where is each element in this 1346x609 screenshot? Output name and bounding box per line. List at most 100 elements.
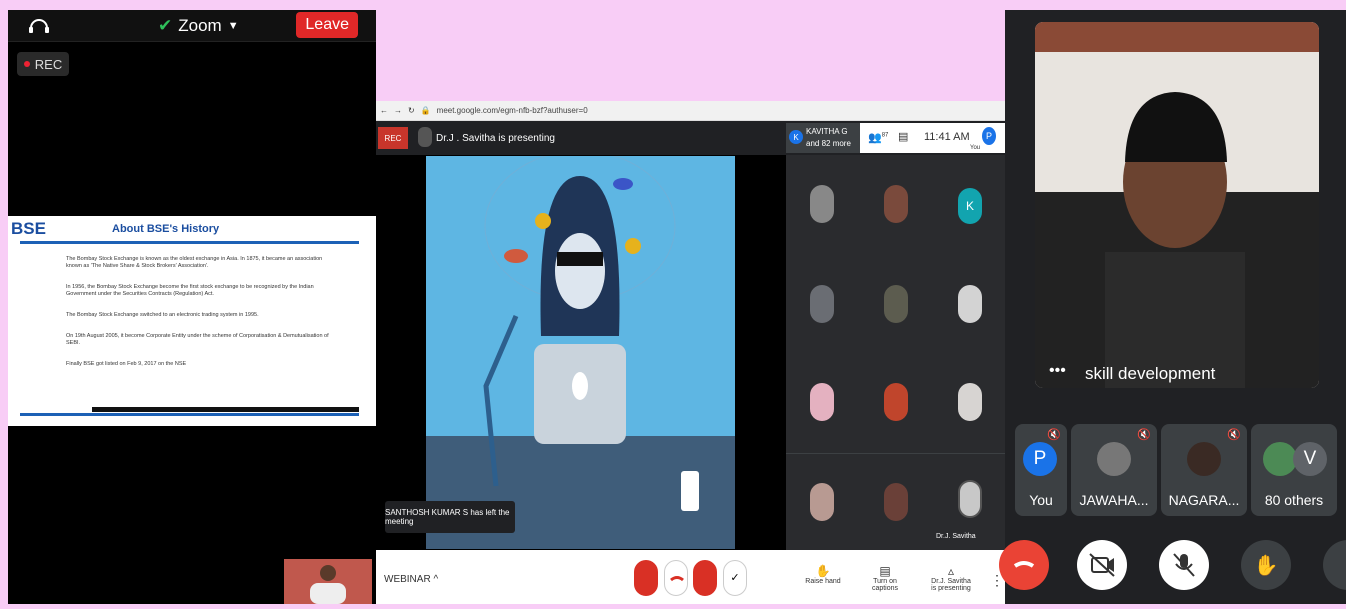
slide-bullet: The Bombay Stock Exchange switched to an… [66,312,259,318]
hand-icon: ✋ [815,564,831,578]
raise-hand-label: Raise hand [805,578,841,585]
lock-icon: 🔒 [420,106,431,115]
slide-footer-line [20,413,359,416]
rec-label: REC [34,56,63,72]
presenting-button[interactable]: ▵ Dr.J. Savitha is presenting [926,564,976,592]
participant-tile[interactable] [810,285,834,323]
main-speaker-tile[interactable]: ••• skill development [1035,22,1319,388]
participant-tile[interactable] [810,383,834,421]
slide-title: About BSE's History [112,223,220,235]
people-icon[interactable]: 👥87 [868,131,888,144]
hangup-icon [670,576,684,582]
self-video-thumbnail[interactable] [284,559,372,604]
speaker-box: K KAVITHA G and 82 more [786,123,860,153]
reload-icon[interactable]: ↻ [408,106,415,115]
participant-tile[interactable] [958,285,982,323]
presenting-line2: is presenting [931,585,971,592]
meet-header: REC Dr.J . Savitha is presenting K KAVIT… [376,121,1005,155]
people-count: 87 [881,132,889,139]
chevron-down-icon: ▼ [227,20,239,32]
zoom-menu[interactable]: ✔ Zoom ▼ [158,16,239,36]
more-dots-icon[interactable]: ••• [1049,362,1066,380]
webinar-text: WEBINAR [384,574,431,585]
meet-browser-window: ← → ↻ 🔒 meet.google.com/egm-nfb-bzf?auth… [376,101,1005,604]
raise-hand-button[interactable]: ✋ Raise hand [798,564,848,585]
shared-slide: BSE About BSE's History The Bombay Stock… [8,216,376,426]
kavitha-more: and 82 more [806,139,851,148]
participant-others[interactable]: V 80 others [1251,424,1337,516]
end-call-button[interactable] [664,560,688,596]
raise-hand-button[interactable]: ✋ [1241,540,1291,590]
mic-muted-icon: 🔇 [1227,429,1241,441]
check-button[interactable]: ✓ [723,560,747,596]
rec-indicator: REC [17,52,69,76]
back-icon[interactable]: ← [380,106,388,115]
hacker-illustration [426,150,735,549]
present-icon: ▵ [947,564,955,578]
participant-tile[interactable] [884,483,908,521]
headset-icon[interactable] [28,16,50,36]
you-label: You [970,145,981,151]
participant-tile[interactable] [958,383,982,421]
leave-button[interactable]: Leave [296,12,358,38]
url-text[interactable]: meet.google.com/egm-nfb-bzf?authuser=0 [437,106,588,115]
participant-tile[interactable] [884,285,908,323]
bse-logo: BSE [11,219,46,238]
presenter-avatar [418,127,432,147]
slide-divider [20,241,359,244]
captions-button[interactable]: ▤ Turn on captions [860,564,910,592]
participant-k[interactable]: K [958,188,982,224]
webinar-label[interactable]: WEBINAR ^ [384,574,438,585]
participant-label: JAWAHA... [1079,492,1149,508]
speaker-video [1035,22,1319,388]
mic-muted-icon: 🔇 [1137,429,1151,441]
slide-bullet: On 19th August 2005, it become Corporate… [66,333,329,346]
main-speaker-name: skill development [1085,364,1216,383]
camera-off-button[interactable] [1077,540,1127,590]
mic-muted-icon: 🔇 [1047,429,1061,441]
zoom-title: Zoom [178,16,222,35]
end-call-button[interactable] [999,540,1049,590]
captions-icon: ▤ [879,564,891,578]
participant-jawaha[interactable]: JAWAHA... 🔇 [1071,424,1157,516]
presenter-tile-name: Dr.J. Savitha [936,533,976,540]
presenting-line1: Dr.J. Savitha [931,578,971,585]
participant-nagara[interactable]: NAGARA... 🔇 [1161,424,1247,516]
hand-icon: ✋ [1253,554,1279,577]
mic-off-icon [1173,553,1195,577]
chevron-up-icon: ^ [433,574,439,585]
avatar-v: V [1293,442,1327,476]
presentation-stage [426,150,735,549]
you-avatar[interactable]: P [982,127,996,145]
slide-bullet: The Bombay Stock Exchange is known as th… [66,256,323,269]
avatar-p: P [1023,442,1057,476]
participant-you[interactable]: P You 🔇 [1015,424,1067,516]
participant-label: 80 others [1264,492,1324,508]
more-options-button[interactable] [1323,540,1346,590]
participant-tile[interactable] [810,185,834,223]
avatar-others-photo [1263,442,1297,476]
mic-off-button[interactable] [1159,540,1209,590]
slide-footer-bar [92,407,359,412]
slide-bullet: Finally BSE got listed on Feb 9, 2017 on… [66,361,187,367]
meet-clock: 11:41 AM [924,131,970,143]
slide-bullets: The Bombay Stock Exchange is known as th… [66,256,336,382]
rec-dot-icon [23,61,30,67]
presenter-tile[interactable] [958,480,982,518]
url-bar[interactable]: ← → ↻ 🔒 meet.google.com/egm-nfb-bzf?auth… [376,101,1005,121]
camera-off-button[interactable] [693,560,717,596]
chat-icon[interactable]: ▤ [898,130,908,143]
meet-controls: WEBINAR ^ ✓ ✋ Raise hand ▤ Turn on caption… [376,550,1005,604]
kavitha-avatar: K [789,130,803,144]
video-off-icon [1089,553,1115,577]
shield-check-icon: ✔ [158,16,173,35]
captions-label: Turn on captions [871,578,899,592]
meet-header-tools: 👥87 ▤ 11:41 AM P You [860,123,1005,153]
participant-label: You [1029,492,1053,508]
mic-off-button[interactable] [634,560,658,596]
participant-tile[interactable] [884,185,908,223]
gmeet-window: ••• skill development P You 🔇 JAWAHA... … [999,10,1346,604]
forward-icon[interactable]: → [394,106,402,115]
participant-tile[interactable] [810,483,834,521]
participant-tile[interactable] [884,383,908,421]
